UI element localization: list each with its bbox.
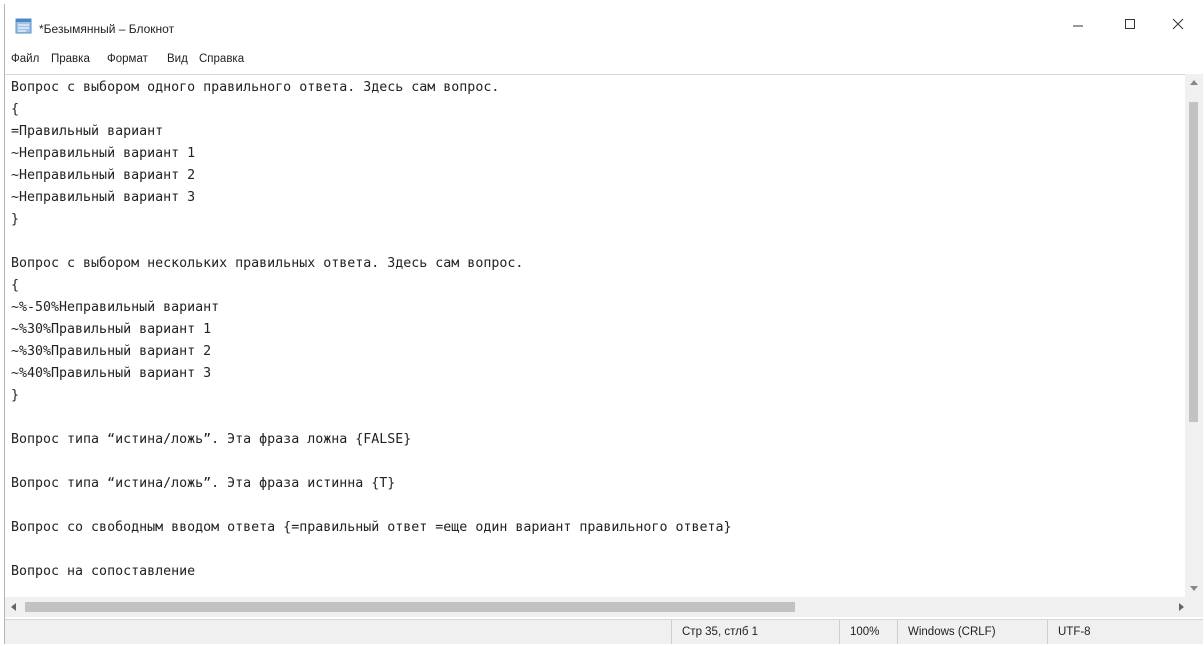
editor-line: ~Неправильный вариант 3 [11,190,196,205]
close-button[interactable] [1153,4,1203,44]
scroll-left-icon[interactable] [11,603,16,611]
menu-edit[interactable]: Правка [51,53,90,65]
editor-line: } [11,212,20,227]
status-line-ending: Windows (CRLF) [897,620,1047,644]
title-bar[interactable]: *Безымянный – Блокнот [5,4,1202,44]
menu-view[interactable]: Вид [167,53,188,65]
editor-line: Вопрос на сопоставление [11,564,196,579]
editor-line: Вопрос типа “истина/ложь”. Эта фраза ист… [11,476,396,491]
vertical-scroll-thumb[interactable] [1189,102,1198,422]
editor-line: ~Неправильный вариант 1 [11,146,196,161]
editor-line: { [11,278,20,293]
scroll-right-icon[interactable] [1179,603,1184,611]
scroll-up-icon[interactable] [1190,80,1198,85]
editor-line: { [11,102,20,117]
editor-line: ~%30%Правильный вариант 1 [11,322,212,337]
horizontal-scrollbar[interactable] [5,597,1203,617]
status-bar: Стр 35, стлб 1 100% Windows (CRLF) UTF-8 [5,619,1203,644]
status-encoding: UTF-8 [1047,620,1203,644]
menu-help[interactable]: Справка [199,53,244,65]
editor-line: ~%40%Правильный вариант 3 [11,366,212,381]
editor-line: } [11,388,20,403]
menu-file[interactable]: Файл [11,53,39,65]
vertical-scrollbar[interactable] [1185,74,1203,597]
status-zoom: 100% [839,620,897,644]
horizontal-scroll-thumb[interactable] [25,602,795,612]
notepad-app-icon [15,18,32,34]
editor-line: Вопрос типа “истина/ложь”. Эта фраза лож… [11,432,412,447]
minimize-icon [1073,25,1083,27]
close-icon [1172,18,1184,30]
editor-line: Вопрос с выбором одного правильного отве… [11,80,500,95]
scroll-down-icon[interactable] [1190,586,1198,591]
maximize-icon [1125,19,1135,29]
maximize-button[interactable] [1105,4,1155,44]
window-title: *Безымянный – Блокнот [39,22,175,36]
menu-bar: Файл Правка Формат Вид Справка [5,51,1202,69]
status-cursor-position: Стр 35, стлб 1 [671,620,839,644]
text-editor-area[interactable]: Вопрос с выбором одного правильного отве… [5,74,1185,597]
editor-line: ~%30%Правильный вариант 2 [11,344,212,359]
editor-line: ~Неправильный вариант 2 [11,168,196,183]
editor-line: Вопрос со свободным вводом ответа {=прав… [11,520,732,535]
notepad-window: *Безымянный – Блокнот Файл Правка Формат… [4,4,1203,644]
menu-format[interactable]: Формат [107,53,148,65]
editor-line: Вопрос с выбором нескольких правильных о… [11,256,524,271]
editor-line: =Правильный вариант [11,124,164,139]
editor-line: ~%-50%Неправильный вариант [11,300,220,315]
minimize-button[interactable] [1053,4,1103,44]
